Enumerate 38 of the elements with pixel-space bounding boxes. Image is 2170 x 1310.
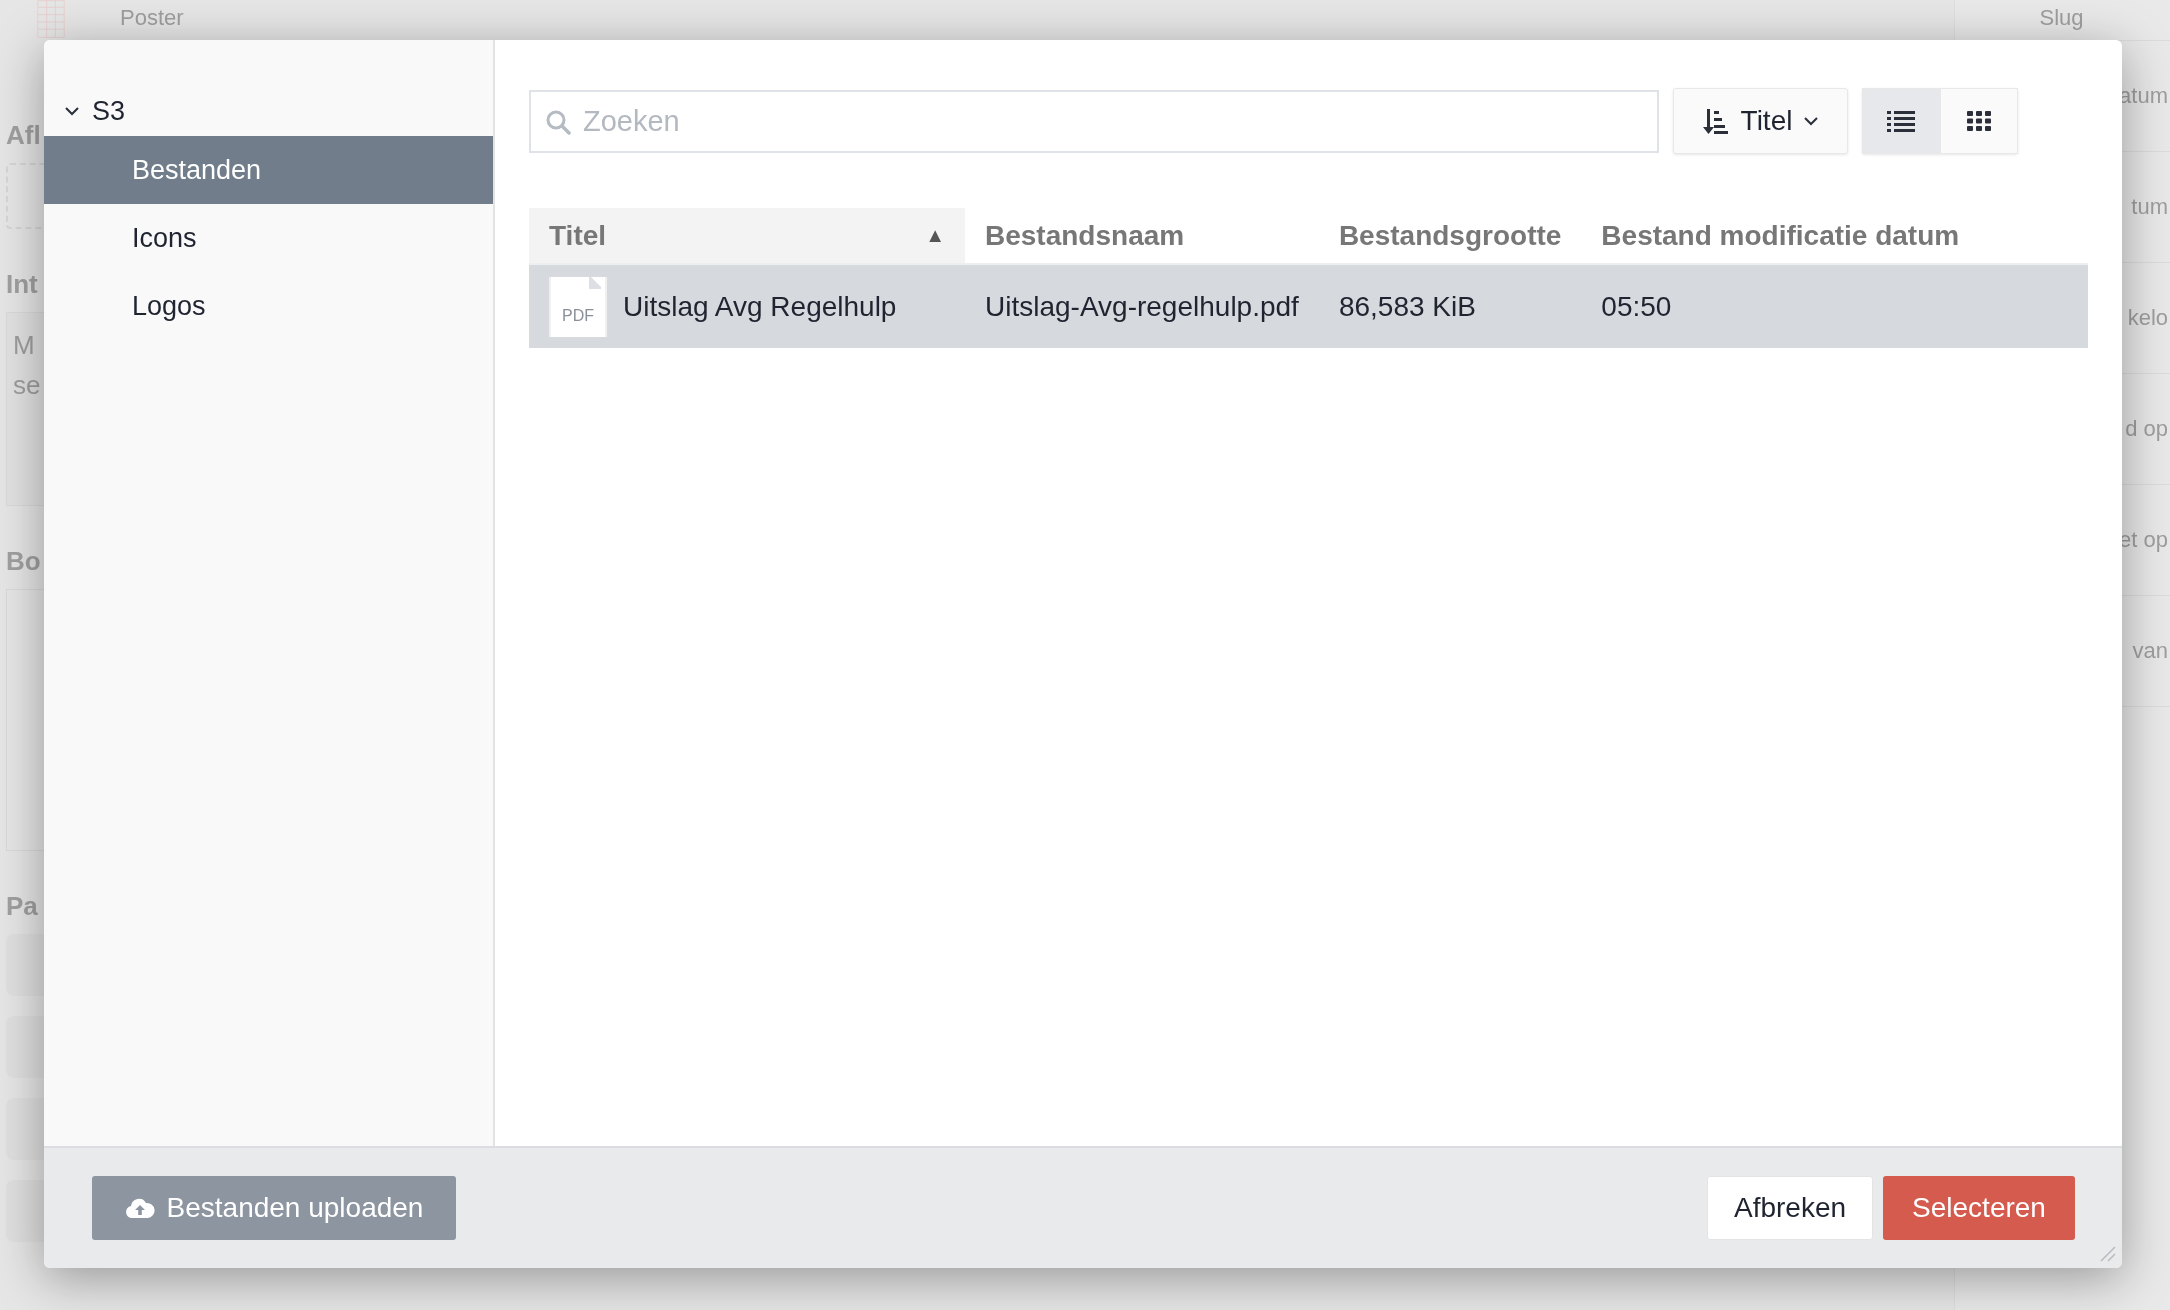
tree-item[interactable]: Icons: [44, 204, 493, 272]
field-label: Slug: [2039, 4, 2084, 32]
file-icon: PDF: [549, 276, 607, 337]
sort-arrow: ▲: [925, 224, 945, 247]
text-line: se: [13, 369, 42, 402]
section-heading: Int: [6, 269, 39, 300]
field-label: van: [2132, 637, 2168, 665]
list-icon: [1887, 110, 1915, 132]
field-label: kelo: [2127, 304, 2168, 332]
field-label: atum: [2119, 82, 2168, 110]
grid-view-button[interactable]: [1940, 88, 2018, 154]
table-cell: 05:50: [1601, 290, 1672, 322]
column-header[interactable]: Bestand modificatie datum: [1581, 208, 2088, 264]
list-view-button[interactable]: [1862, 88, 1940, 154]
section-heading: Pa: [6, 891, 39, 922]
text-line: M: [13, 329, 36, 362]
tree-item[interactable]: Bestanden: [44, 136, 493, 204]
tree-item[interactable]: S3: [44, 86, 493, 136]
section-heading: Afl: [6, 120, 42, 151]
sort-button[interactable]: Titel: [1673, 88, 1848, 154]
cancel-button[interactable]: Afbreken: [1707, 1176, 1873, 1240]
select-button[interactable]: Selecteren: [1883, 1176, 2075, 1240]
upload-button[interactable]: Bestanden uploaden: [92, 1176, 456, 1240]
table-cell: Uitslag-Avg-regelhulp.pdf: [985, 290, 1299, 322]
search-field[interactable]: Zoeken: [529, 89, 1659, 153]
section-heading: Bo: [6, 546, 42, 577]
search-icon: [545, 108, 571, 135]
field-label: d op: [2125, 415, 2168, 443]
cloud-upload-icon: [124, 1197, 155, 1219]
column-header[interactable]: Bestandsnaam: [965, 208, 1319, 264]
caret-icon: [1804, 116, 1819, 126]
table-cell: Uitslag Avg Regelhulp: [623, 290, 897, 323]
column-header[interactable]: Titel ▲: [529, 208, 965, 264]
grid-icon: [1967, 111, 1991, 131]
field-label: tum: [2131, 193, 2168, 221]
table-cell: 86,583 KiB: [1338, 290, 1476, 322]
sort-icon: [1702, 107, 1729, 135]
column-header[interactable]: Bestandsgrootte: [1318, 208, 1582, 264]
